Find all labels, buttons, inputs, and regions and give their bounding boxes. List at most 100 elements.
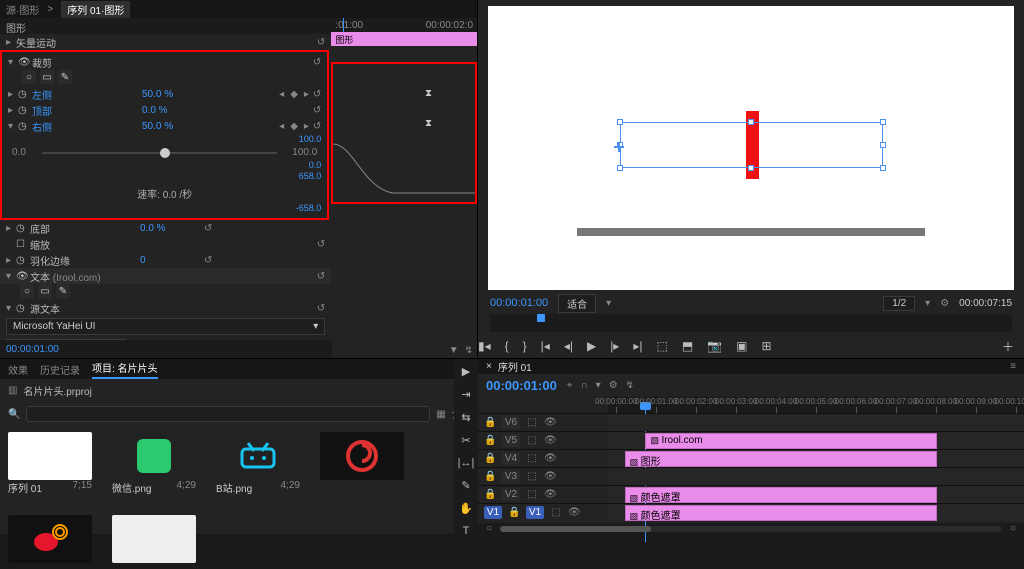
mark-out-icon[interactable]: } xyxy=(523,339,527,353)
search-input[interactable] xyxy=(26,406,430,422)
clip[interactable]: ▧ 图形 xyxy=(625,451,937,467)
search-icon[interactable]: 🔍 xyxy=(8,409,20,420)
prev-kf-icon[interactable]: ◂ xyxy=(279,89,284,100)
add-button-icon[interactable]: ＋ xyxy=(1002,338,1014,355)
play-icon[interactable]: ▶ xyxy=(587,339,596,353)
bin-new-icon[interactable]: ▦ xyxy=(436,409,445,420)
settings-icon[interactable]: ↯ xyxy=(626,380,634,391)
link-icon[interactable]: ∩ xyxy=(580,380,587,391)
stopwatch-icon[interactable]: ◷ xyxy=(16,303,30,314)
lock-icon[interactable]: 🔒 xyxy=(484,453,496,464)
step-fwd-icon[interactable]: |▸ xyxy=(610,339,619,353)
time-ruler[interactable]: 00:00:00:0000:00:01:0000:00:02:0000:00:0… xyxy=(608,397,1024,413)
pm-playhead[interactable] xyxy=(537,314,545,322)
go-out-icon[interactable]: ▸| xyxy=(633,339,642,353)
track-lane[interactable] xyxy=(608,468,1024,485)
eye-icon[interactable]: 👁 xyxy=(544,471,556,482)
reset-icon[interactable]: ↺ xyxy=(313,57,321,68)
lock-icon[interactable]: 🔒 xyxy=(484,471,496,482)
sync-icon[interactable]: ⬚ xyxy=(526,489,538,500)
resolution-select[interactable]: 1/2 xyxy=(883,296,915,311)
reset-icon[interactable]: ↺ xyxy=(317,271,325,282)
timeline-tab[interactable]: ×序列 01≡ xyxy=(478,359,1024,374)
reset-icon[interactable]: ↺ xyxy=(317,303,325,314)
track-toggle[interactable]: V5 xyxy=(502,434,520,447)
mark-in-icon[interactable]: ▮◂ xyxy=(478,339,491,353)
mark-out-icon[interactable]: { xyxy=(505,339,509,353)
source-patch[interactable]: V1 xyxy=(484,506,502,519)
crop-row[interactable]: ▾👁裁剪↺ xyxy=(2,54,327,70)
ellipse-mask-icon[interactable]: ○ xyxy=(22,70,36,84)
lock-icon[interactable]: 🔒 xyxy=(508,507,520,518)
step-back-icon[interactable]: ◂| xyxy=(564,339,573,353)
hand-tool-icon[interactable]: ✋ xyxy=(459,502,473,515)
eye-icon[interactable]: 👁 xyxy=(544,417,556,428)
program-viewport[interactable] xyxy=(488,6,1014,290)
track-lane[interactable]: ▧ 颜色遮罩 xyxy=(608,504,1024,521)
safe-margin-icon[interactable]: ⊞ xyxy=(761,339,771,353)
slider-knob[interactable] xyxy=(160,148,170,158)
track-lane[interactable]: ▧ Irool.com xyxy=(608,432,1024,449)
reset-icon[interactable]: ↺ xyxy=(204,223,212,234)
zoom-out-icon[interactable]: ○ xyxy=(486,523,492,534)
mini-playhead[interactable] xyxy=(343,18,344,32)
extract-icon[interactable]: ⬒ xyxy=(682,339,693,353)
project-item[interactable] xyxy=(112,515,196,563)
track-toggle[interactable]: V6 xyxy=(502,416,520,429)
pm-mini-timeline[interactable] xyxy=(490,314,1012,332)
go-in-icon[interactable]: |◂ xyxy=(541,339,550,353)
marker-icon[interactable]: ▾ xyxy=(596,380,601,391)
track-lane[interactable]: ▧ 图形 xyxy=(608,450,1024,467)
track-toggle[interactable]: V4 xyxy=(502,452,520,465)
pen-mask-icon[interactable]: ✎ xyxy=(58,70,72,84)
ec-tab[interactable]: 序列 01·图形 xyxy=(61,1,130,18)
clip[interactable]: ▧ Irool.com xyxy=(645,433,936,449)
stopwatch-icon[interactable]: ◷ xyxy=(18,121,32,132)
prev-kf-icon[interactable]: ◂ xyxy=(279,121,284,132)
razor-tool-icon[interactable]: ✂ xyxy=(461,434,470,447)
crop-top-row[interactable]: ▸◷顶部0.0 %↺ xyxy=(2,102,327,118)
sync-icon[interactable]: ⬚ xyxy=(526,453,538,464)
anchor-point-icon[interactable] xyxy=(614,142,624,152)
sync-icon[interactable]: ⬚ xyxy=(526,417,538,428)
track-lane[interactable]: ▧ 颜色遮罩 xyxy=(608,486,1024,503)
text-layer-row[interactable]: ▾👁文本 (Irool.com)↺ xyxy=(0,268,331,284)
selection-tool-icon[interactable]: ▶ xyxy=(462,365,470,378)
stopwatch-icon[interactable]: ◷ xyxy=(18,89,32,100)
wrench-icon[interactable]: ⚙ xyxy=(609,380,618,391)
lock-icon[interactable]: 🔒 xyxy=(484,489,496,500)
timeline-scrollbar[interactable]: ○ ○ xyxy=(478,523,1024,534)
eye-icon[interactable]: 👁 xyxy=(544,435,556,446)
project-item[interactable] xyxy=(320,432,404,495)
rect-mask-icon[interactable]: ▭ xyxy=(38,284,52,298)
src-text-row[interactable]: ▾◷源文本↺ xyxy=(0,300,331,316)
sync-icon[interactable]: ⬚ xyxy=(550,507,562,518)
eye-icon[interactable]: 👁 xyxy=(18,57,32,68)
project-item[interactable]: B站.png4;29 xyxy=(216,432,300,495)
sync-icon[interactable]: ⬚ xyxy=(526,435,538,446)
selection-frame[interactable] xyxy=(620,122,883,167)
compare-icon[interactable]: ▣ xyxy=(736,339,747,353)
font-family-select[interactable]: Microsoft YaHei UI▾ xyxy=(6,318,325,335)
scroll-thumb[interactable] xyxy=(500,526,651,532)
tab-history[interactable]: 历史记录 xyxy=(40,362,80,377)
eye-icon[interactable]: 👁 xyxy=(568,507,580,518)
track-select-tool-icon[interactable]: ⇥ xyxy=(461,388,470,401)
checkbox-icon[interactable]: ☐ xyxy=(16,239,30,250)
slip-tool-icon[interactable]: |↔| xyxy=(458,457,475,469)
lift-icon[interactable]: ⬚ xyxy=(656,339,667,353)
slider-track[interactable] xyxy=(42,152,277,154)
eye-icon[interactable]: 👁 xyxy=(544,453,556,464)
crop-left-row[interactable]: ▸◷左侧50.0 %◂◆▸↺ xyxy=(2,86,327,102)
panel-menu-icon[interactable]: ≡ xyxy=(1010,361,1016,372)
track-toggle[interactable]: V3 xyxy=(502,470,520,483)
crop-right-row[interactable]: ▾◷右侧50.0 %◂◆▸↺ xyxy=(2,118,327,134)
lock-icon[interactable]: 🔒 xyxy=(484,417,496,428)
stopwatch-icon[interactable]: ◷ xyxy=(16,223,30,234)
reset-icon[interactable]: ↺ xyxy=(317,37,325,48)
clip[interactable]: ▧ 颜色遮罩 xyxy=(625,505,937,521)
type-tool-icon[interactable]: T xyxy=(463,525,470,537)
lock-icon[interactable]: 🔒 xyxy=(484,435,496,446)
export-frame-icon[interactable]: 📷 xyxy=(707,339,722,353)
reset-icon[interactable]: ↺ xyxy=(313,105,321,116)
